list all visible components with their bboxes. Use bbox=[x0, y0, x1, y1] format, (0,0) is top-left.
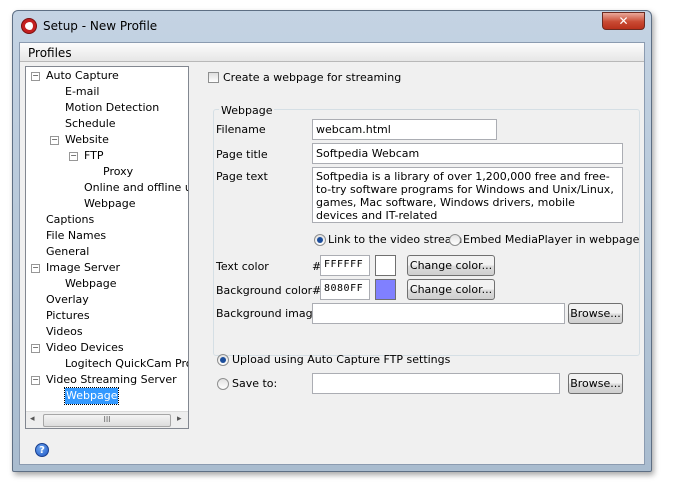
tree-item-label: FTP bbox=[84, 149, 104, 162]
link-video-stream-label: Link to the video stream bbox=[328, 233, 463, 246]
background-color-swatch[interactable] bbox=[375, 279, 396, 300]
tree-item[interactable]: − Image Server bbox=[26, 260, 188, 276]
tree-item-label: Videos bbox=[46, 325, 83, 338]
tree-item-label: Video Devices bbox=[46, 341, 124, 354]
tree-item-label: E-mail bbox=[65, 85, 100, 98]
tree-item-label: Image Server bbox=[46, 261, 121, 274]
tree-item-label: Captions bbox=[46, 213, 95, 226]
tree-item-label: Overlay bbox=[46, 293, 89, 306]
text-color-swatch[interactable] bbox=[375, 255, 396, 276]
tree-item[interactable]: − Auto Capture bbox=[26, 68, 188, 84]
embed-mediaplayer-label: Embed MediaPlayer in webpage bbox=[463, 233, 640, 246]
tree-item-label: Proxy bbox=[103, 165, 134, 178]
bottom-bar: ? bbox=[20, 435, 644, 465]
tree-item[interactable]: Videos bbox=[26, 324, 188, 340]
background-change-color-button[interactable]: Change color... bbox=[407, 279, 495, 300]
tree-item[interactable]: Captions bbox=[26, 212, 188, 228]
upload-ftp-label: Upload using Auto Capture FTP settings bbox=[232, 353, 451, 366]
save-to-radio[interactable] bbox=[217, 378, 229, 390]
help-icon[interactable]: ? bbox=[35, 443, 49, 457]
tree-collapse-icon[interactable]: − bbox=[31, 72, 40, 81]
tree-item[interactable]: Webpage bbox=[26, 196, 188, 212]
tree-item[interactable]: Webpage bbox=[26, 276, 188, 292]
create-webpage-label: Create a webpage for streaming bbox=[223, 71, 402, 84]
embed-mediaplayer-radio[interactable] bbox=[449, 234, 461, 246]
background-image-label: Background image bbox=[216, 307, 320, 320]
window-title: Setup - New Profile bbox=[43, 19, 158, 33]
save-to-browse-button[interactable]: Browse... bbox=[568, 373, 623, 394]
save-to-label: Save to: bbox=[232, 377, 278, 390]
tree-item-label: Video Streaming Server bbox=[46, 373, 177, 386]
tree-item[interactable]: Webpage bbox=[26, 387, 188, 405]
tree-collapse-icon[interactable]: − bbox=[31, 264, 40, 273]
page-title-input[interactable]: Softpedia Webcam bbox=[312, 143, 623, 164]
create-webpage-checkbox[interactable] bbox=[208, 72, 219, 83]
tree-item[interactable]: File Names bbox=[26, 228, 188, 244]
tree-item-label: Webpage bbox=[84, 197, 136, 210]
tree-item-label: Webpage bbox=[65, 277, 117, 290]
text-color-input[interactable]: FFFFFF bbox=[320, 255, 370, 276]
tree-item-label: Schedule bbox=[65, 117, 116, 130]
tree-item-label: Website bbox=[65, 133, 109, 146]
tree-item-label: Webpage bbox=[63, 387, 120, 405]
page-text-label: Page text bbox=[216, 170, 268, 183]
profiles-header: Profiles bbox=[20, 43, 644, 62]
tree-item-label: Logitech QuickCam Pro 9 bbox=[65, 357, 188, 370]
dialog-body: Profiles − Auto Capture E-mail Motion Detec… bbox=[19, 42, 645, 465]
page-title-label: Page title bbox=[216, 148, 268, 161]
background-color-input[interactable]: 8080FF bbox=[320, 279, 370, 300]
text-color-label: Text color bbox=[216, 260, 269, 273]
scrollbar-thumb[interactable]: III bbox=[43, 414, 171, 427]
profile-tree[interactable]: − Auto Capture E-mail Motion Detection Sched… bbox=[25, 66, 189, 429]
tree-item-label: Online and offline uplo bbox=[84, 181, 188, 194]
tree-item[interactable]: Logitech QuickCam Pro 9 bbox=[26, 356, 188, 372]
tree-item[interactable]: Online and offline uplo bbox=[26, 180, 188, 196]
tree-item[interactable]: Proxy bbox=[26, 164, 188, 180]
app-logo-icon bbox=[21, 18, 37, 34]
tree-collapse-icon[interactable]: − bbox=[50, 136, 59, 145]
background-color-label: Background color bbox=[216, 284, 313, 297]
text-change-color-button[interactable]: Change color... bbox=[407, 255, 495, 276]
tree-collapse-icon[interactable]: − bbox=[31, 344, 40, 353]
tree-item-label: File Names bbox=[46, 229, 107, 242]
tree-item[interactable]: − Video Devices bbox=[26, 340, 188, 356]
tree-item[interactable]: Overlay bbox=[26, 292, 188, 308]
upload-ftp-radio[interactable] bbox=[217, 354, 229, 366]
tree-item[interactable]: − Website bbox=[26, 132, 188, 148]
close-button[interactable]: ✕ bbox=[602, 12, 645, 30]
filename-label: Filename bbox=[216, 123, 266, 136]
background-image-input[interactable] bbox=[312, 303, 565, 324]
link-video-stream-radio[interactable] bbox=[314, 234, 326, 246]
tree-collapse-icon[interactable]: − bbox=[31, 376, 40, 385]
tree-item-label: Auto Capture bbox=[46, 69, 119, 82]
save-to-input[interactable] bbox=[312, 373, 560, 394]
webpage-group-title: Webpage bbox=[219, 104, 275, 117]
tree-collapse-icon[interactable]: − bbox=[69, 152, 78, 161]
page-text-input[interactable]: Softpedia is a library of over 1,200,000… bbox=[312, 167, 623, 223]
tree-horizontal-scrollbar[interactable]: ◂ III ▸ bbox=[26, 411, 188, 428]
tree-item[interactable]: − Video Streaming Server bbox=[26, 372, 188, 388]
tree-item[interactable]: Motion Detection bbox=[26, 100, 188, 116]
tree-item-label: General bbox=[46, 245, 90, 258]
scroll-right-arrow-icon[interactable]: ▸ bbox=[177, 414, 182, 424]
filename-input[interactable]: webcam.html bbox=[312, 119, 497, 140]
tree-item[interactable]: Schedule bbox=[26, 116, 188, 132]
tree-item-label: Pictures bbox=[46, 309, 90, 322]
setup-window: Setup - New Profile ✕ Profiles − Auto Cap… bbox=[12, 10, 652, 472]
tree-item-label: Motion Detection bbox=[65, 101, 160, 114]
tree-item[interactable]: General bbox=[26, 244, 188, 260]
tree-item[interactable]: − FTP bbox=[26, 148, 188, 164]
background-image-browse-button[interactable]: Browse... bbox=[568, 303, 623, 324]
title-bar[interactable]: Setup - New Profile ✕ bbox=[13, 11, 651, 43]
scroll-left-arrow-icon[interactable]: ◂ bbox=[30, 414, 35, 424]
tree-item[interactable]: E-mail bbox=[26, 84, 188, 100]
tree-item[interactable]: Pictures bbox=[26, 308, 188, 324]
